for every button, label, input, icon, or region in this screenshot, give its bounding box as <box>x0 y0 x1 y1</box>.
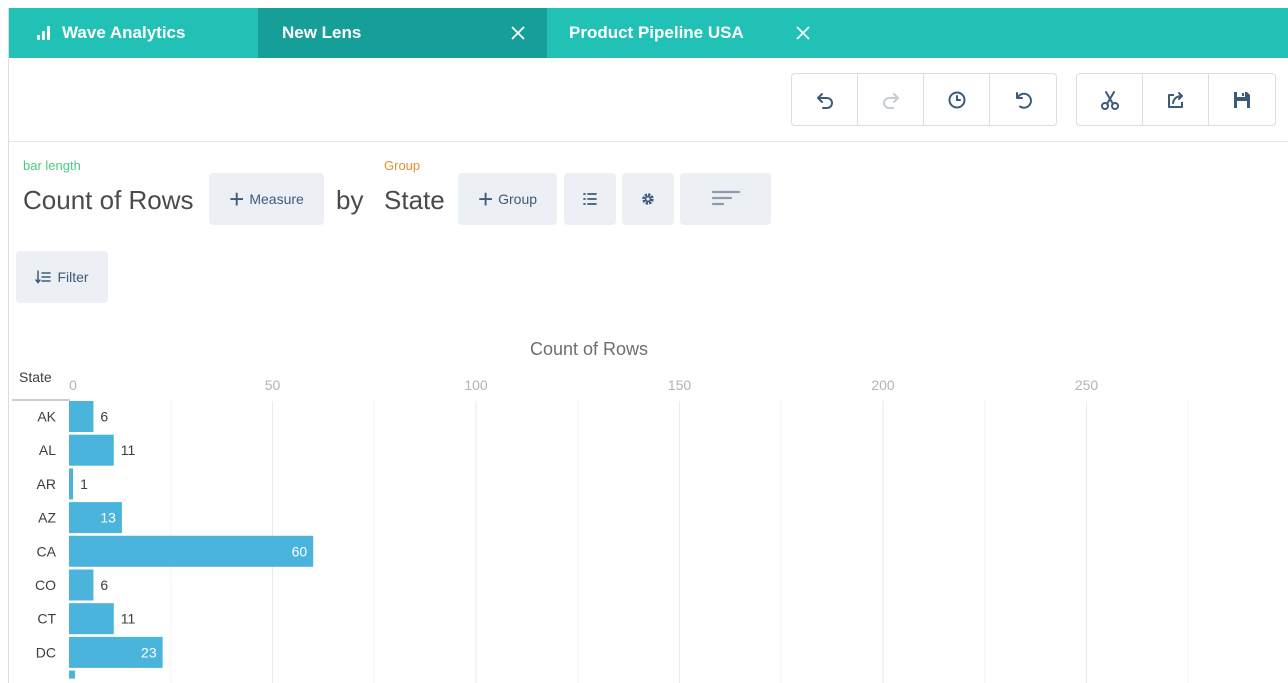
undo-icon <box>816 92 833 109</box>
category-label-ca: CA <box>37 543 57 559</box>
close-tab-new-lens-icon[interactable] <box>507 22 529 44</box>
sort-button[interactable] <box>680 173 771 225</box>
category-label-az: AZ <box>38 510 56 526</box>
bar-ak <box>69 401 94 432</box>
category-label-ak: AK <box>37 409 56 425</box>
bar-partial-next-row <box>69 670 75 679</box>
x-tick-label-250: 250 <box>1075 377 1099 393</box>
close-tab-product-pipeline-icon[interactable] <box>792 22 814 44</box>
list-icon <box>583 193 597 205</box>
category-label-ar: AR <box>37 476 56 492</box>
bar-co <box>69 569 94 601</box>
x-tick-label-0: 0 <box>69 377 77 393</box>
bar-ar <box>69 468 74 500</box>
x-tick-label-150: 150 <box>668 377 692 393</box>
value-label-ar: 1 <box>80 476 88 492</box>
gear-icon <box>642 193 654 205</box>
tab-wave-analytics-label: Wave Analytics <box>62 23 186 42</box>
redo-icon <box>882 92 899 109</box>
tab-wave-analytics[interactable]: Wave Analytics <box>9 8 258 58</box>
measure-role-label: bar length <box>23 158 81 173</box>
category-label-co: CO <box>35 577 56 593</box>
filter-label: Filter <box>57 269 89 285</box>
bar-ct <box>69 603 114 635</box>
value-label-al: 11 <box>121 442 136 458</box>
bar-ca <box>69 535 314 567</box>
bar-al <box>69 434 114 466</box>
redo-button[interactable] <box>858 74 924 125</box>
value-label-ca: 60 <box>292 543 308 559</box>
value-label-az: 13 <box>100 510 116 526</box>
filter-icon <box>35 270 52 284</box>
x-tick-label-100: 100 <box>464 377 488 393</box>
value-label-dc: 23 <box>141 644 157 660</box>
toolbar <box>9 58 1288 142</box>
share-icon <box>1167 91 1183 108</box>
list-view-button[interactable] <box>564 173 616 225</box>
clip-button[interactable] <box>1077 74 1143 125</box>
reset-icon <box>1016 91 1032 109</box>
actions-button-group <box>1076 73 1276 126</box>
history-button[interactable] <box>924 74 990 125</box>
value-label-co: 6 <box>100 577 108 593</box>
value-label-ak: 6 <box>100 409 108 425</box>
tab-product-pipeline-usa[interactable]: Product Pipeline USA <box>547 8 837 58</box>
history-clock-icon <box>948 91 965 108</box>
settings-button[interactable] <box>622 173 674 225</box>
tab-new-lens[interactable]: New Lens <box>258 8 547 58</box>
add-measure-button[interactable]: + Measure <box>209 173 324 225</box>
wave-analytics-logo-icon <box>37 26 50 40</box>
group-selector[interactable]: State <box>384 185 445 216</box>
scissors-icon <box>1100 90 1119 110</box>
plus-icon: + <box>477 184 494 214</box>
add-group-button[interactable]: + Group <box>458 173 557 225</box>
plus-icon: + <box>229 184 245 214</box>
value-label-ct: 11 <box>121 611 136 627</box>
category-label-al: AL <box>39 442 56 458</box>
measure-selector[interactable]: Count of Rows <box>23 185 194 216</box>
add-group-label: Group <box>498 191 538 207</box>
lens-window: Wave Analytics New Lens Product Pipeline… <box>8 8 1288 683</box>
category-label-ct: CT <box>37 611 56 627</box>
share-button[interactable] <box>1143 74 1209 125</box>
by-label: by <box>336 185 364 215</box>
history-button-group <box>791 73 1057 126</box>
chart-title: Count of Rows <box>529 339 649 359</box>
x-tick-label-50: 50 <box>265 377 281 393</box>
bar-chart: 0 50 100 150 200 250 AK 6 AL 11 AR 1 AZ 13 CA 60 CO 6 CT 11… <box>35 377 1189 683</box>
add-measure-label: Measure <box>249 191 304 207</box>
tab-product-pipeline-usa-label: Product Pipeline USA <box>569 23 744 42</box>
group-role-label: Group <box>384 158 421 173</box>
undo-button[interactable] <box>792 74 858 125</box>
save-button[interactable] <box>1209 74 1275 125</box>
tab-new-lens-label: New Lens <box>282 23 362 42</box>
sort-descending-icon <box>711 190 740 206</box>
save-icon <box>1234 91 1250 108</box>
category-label-dc: DC <box>36 644 56 660</box>
reset-button[interactable] <box>990 74 1056 125</box>
x-tick-label-200: 200 <box>871 377 895 393</box>
tab-bar: Wave Analytics New Lens Product Pipeline… <box>9 8 1288 58</box>
filter-button[interactable]: Filter <box>16 251 108 303</box>
